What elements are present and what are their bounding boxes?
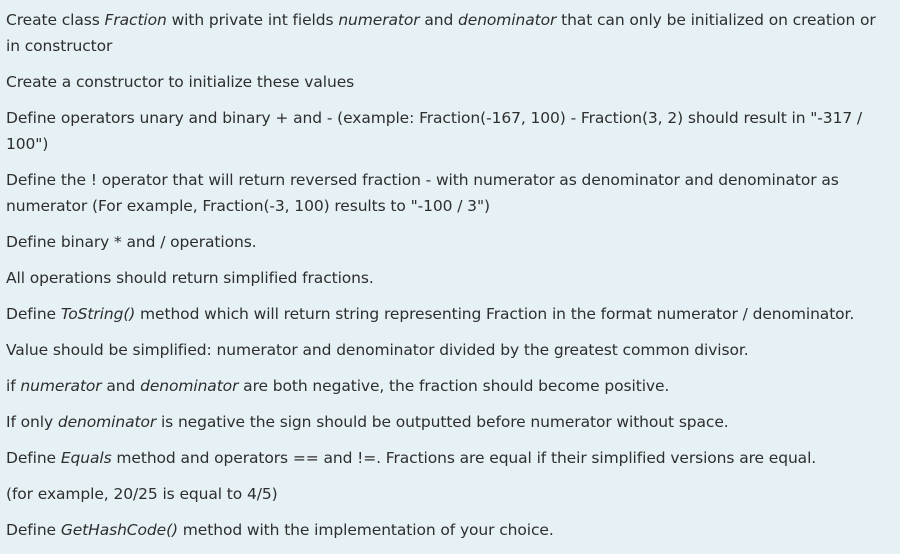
text-run: method which will return string represen… [135,305,855,323]
text-run: Define [6,521,61,539]
text-run: is negative the sign should be outputted… [156,413,729,431]
code-term: numerator [20,377,102,395]
instruction-paragraph: Define the ! operator that will return r… [6,167,894,219]
instruction-paragraph: Define ToString() method which will retu… [6,301,894,327]
instruction-paragraph: Create a constructor to initialize these… [6,69,894,95]
text-run: Create class [6,11,105,29]
instruction-paragraph: (for example, 20/25 is equal to 4/5) [6,481,894,507]
code-term: denominator [57,413,157,431]
code-term: GetHashCode() [60,521,178,539]
code-term: ToString() [60,305,136,323]
text-run: If only [6,413,58,431]
text-run: with private int fields [166,11,339,29]
instruction-paragraph: Define GetHashCode() method with the imp… [6,517,894,543]
task-description: Create class Fraction with private int f… [0,0,900,554]
text-run: Define [6,305,61,323]
instruction-paragraph: if numerator and denominator are both ne… [6,373,894,399]
text-run: Define the ! operator that will return r… [6,171,839,215]
instruction-paragraph: Define binary * and / operations. [6,229,894,255]
text-run: Define operators unary and binary + and … [6,109,863,153]
code-term: numerator [338,11,420,29]
instruction-paragraph: Value should be simplified: numerator an… [6,337,894,363]
code-term: denominator [458,11,557,29]
text-run: are both negative, the fraction should b… [238,377,670,395]
text-run: method with the implementation of your c… [177,521,554,539]
text-run: if [6,377,21,395]
text-run: Create a constructor to initialize these… [6,73,355,91]
text-run: Value should be simplified: numerator an… [6,341,749,359]
text-run: and [101,377,141,395]
text-run: Define [6,449,61,467]
text-run: Define binary * and / operations. [6,233,257,251]
text-run: method and operators == and !=. Fraction… [111,449,817,467]
instruction-paragraph: Define operators unary and binary + and … [6,105,894,157]
instruction-paragraph: All operations should return simplified … [6,265,894,291]
code-term: Fraction [104,11,167,29]
code-term: denominator [140,377,239,395]
paragraph-list: Create class Fraction with private int f… [6,7,894,543]
instruction-paragraph: Define Equals method and operators == an… [6,445,894,471]
instruction-paragraph: Create class Fraction with private int f… [6,7,894,59]
instruction-paragraph: If only denominator is negative the sign… [6,409,894,435]
text-run: and [419,11,459,29]
text-run: (for example, 20/25 is equal to 4/5) [6,485,278,503]
text-run: All operations should return simplified … [6,269,374,287]
code-term: Equals [60,449,112,467]
